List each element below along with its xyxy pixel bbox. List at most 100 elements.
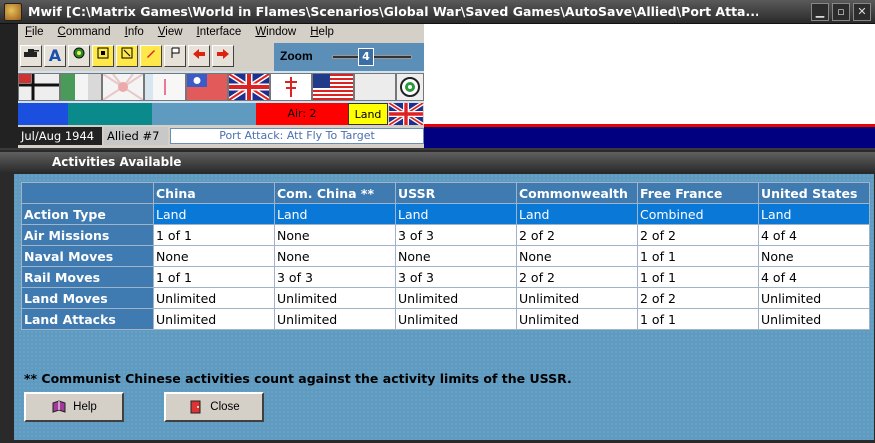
table-cell[interactable]: Land: [758, 203, 870, 225]
row-header: Land Moves: [21, 287, 154, 309]
table-cell[interactable]: None: [274, 245, 396, 267]
highlight-tool-button[interactable]: [140, 45, 162, 67]
flag-china[interactable]: [186, 73, 228, 101]
maximize-button[interactable]: ▫: [832, 3, 850, 21]
table-cell[interactable]: Land: [274, 203, 396, 225]
menu-info[interactable]: Info: [118, 24, 151, 43]
table-cell[interactable]: 2 of 2: [516, 224, 638, 246]
table-cell[interactable]: 2 of 2: [637, 287, 759, 309]
table-cell[interactable]: Unlimited: [395, 308, 517, 330]
app-icon: [4, 3, 22, 21]
menu-command[interactable]: Command: [51, 24, 118, 43]
activities-dialog: Activities Available China Com. China **…: [0, 150, 875, 443]
arrow-right-icon: [217, 49, 229, 59]
tank-icon: [24, 49, 39, 57]
menu-view[interactable]: View: [151, 24, 190, 43]
stack-tool-button[interactable]: [92, 45, 114, 67]
menu-interface[interactable]: Interface: [190, 24, 249, 43]
target-button[interactable]: [396, 73, 424, 101]
table-cell[interactable]: Unlimited: [758, 308, 870, 330]
unit-icon[interactable]: [20, 45, 42, 67]
help-book-icon: [52, 400, 66, 413]
row-header: Action Type: [21, 203, 154, 225]
close-window-button[interactable]: ✕: [853, 3, 871, 21]
table-cell[interactable]: Combined: [637, 203, 759, 225]
help-button[interactable]: Help: [24, 392, 124, 422]
table-cell[interactable]: None: [395, 245, 517, 267]
table-cell[interactable]: 3 of 3: [274, 266, 396, 288]
pencil-icon: [147, 50, 155, 58]
zoom-label: Zoom: [280, 49, 313, 63]
table-row[interactable]: Air Missions 1 of 1 None 3 of 3 2 of 2 2…: [21, 224, 870, 246]
table-cell[interactable]: 1 of 1: [637, 245, 759, 267]
status-bar: Jul/Aug 1944 Allied #7 Port Attack: Att …: [18, 125, 424, 148]
table-cell[interactable]: Land: [153, 203, 275, 225]
table-cell[interactable]: 2 of 2: [637, 224, 759, 246]
table-cell[interactable]: None: [516, 245, 638, 267]
table-row[interactable]: Rail Moves 1 of 1 3 of 3 3 of 3 2 of 2 1…: [21, 266, 870, 288]
flag-ussr[interactable]: [354, 73, 396, 101]
table-cell[interactable]: None: [758, 245, 870, 267]
air-count[interactable]: Air: 2: [256, 103, 348, 125]
table-cell[interactable]: 1 of 1: [153, 266, 275, 288]
table-cell[interactable]: 3 of 3: [395, 224, 517, 246]
flag-france-vichy[interactable]: [144, 73, 186, 101]
window-title: Mwif [C:\Matrix Games\World in Flames\Sc…: [28, 4, 758, 19]
table-cell[interactable]: 4 of 4: [758, 266, 870, 288]
text-tool-button[interactable]: A: [44, 45, 66, 67]
table-row[interactable]: Naval Moves None None None None 1 of 1 N…: [21, 245, 870, 267]
menu-file[interactable]: File: [18, 24, 51, 43]
table-cell[interactable]: 4 of 4: [758, 224, 870, 246]
close-button-label: Close: [210, 401, 240, 413]
gear-tool-button[interactable]: [68, 45, 90, 67]
menu-window[interactable]: Window: [248, 24, 303, 43]
next-button[interactable]: [212, 45, 234, 67]
flag-free-france[interactable]: [270, 73, 312, 101]
close-button[interactable]: Close: [164, 392, 264, 422]
table-row[interactable]: Land Attacks Unlimited Unlimited Unlimit…: [21, 308, 870, 330]
table-cell[interactable]: None: [153, 245, 275, 267]
minimize-button[interactable]: ▁: [811, 3, 829, 21]
zoom-control: Zoom 4: [274, 43, 424, 71]
table-cell[interactable]: 1 of 1: [637, 308, 759, 330]
table-cell[interactable]: 2 of 2: [516, 266, 638, 288]
table-row[interactable]: Action Type Land Land Land Land Combined…: [21, 203, 870, 225]
unit-summary-strip: Air: 2 Land: [18, 101, 425, 127]
map-blue-band: [424, 127, 875, 148]
prev-button[interactable]: [188, 45, 210, 67]
table-cell[interactable]: Unlimited: [153, 308, 275, 330]
map-preview-area: [424, 24, 875, 124]
row-header: Rail Moves: [21, 266, 154, 288]
table-row[interactable]: Land Moves Unlimited Unlimited Unlimited…: [21, 287, 870, 309]
flag-germany[interactable]: [18, 73, 60, 101]
zoom-slider-thumb[interactable]: 4: [358, 48, 374, 66]
flag-uk[interactable]: [227, 71, 271, 103]
table-cell[interactable]: Land: [395, 203, 517, 225]
table-cell[interactable]: Unlimited: [153, 287, 275, 309]
table-cell[interactable]: Land: [516, 203, 638, 225]
table-cell[interactable]: Unlimited: [758, 287, 870, 309]
main-title-bar: Mwif [C:\Matrix Games\World in Flames\Sc…: [0, 0, 875, 24]
move-tool-button[interactable]: [116, 45, 138, 67]
table-cell[interactable]: Unlimited: [516, 287, 638, 309]
table-header-row: China Com. China ** USSR Commonwealth Fr…: [21, 182, 870, 204]
control-panel: File Command Info View Interface Window …: [18, 24, 425, 148]
flag-uk-small[interactable]: [387, 101, 425, 127]
table-cell[interactable]: Unlimited: [274, 287, 396, 309]
table-cell[interactable]: Unlimited: [516, 308, 638, 330]
land-count[interactable]: Land: [348, 103, 388, 125]
flag-japan[interactable]: [102, 73, 144, 101]
table-cell[interactable]: None: [274, 224, 396, 246]
table-cell[interactable]: 1 of 1: [637, 266, 759, 288]
flag-icon: [171, 47, 180, 58]
flag-tool-button[interactable]: [164, 45, 186, 67]
flag-usa[interactable]: [312, 73, 354, 101]
table-cell[interactable]: Unlimited: [395, 287, 517, 309]
menu-help[interactable]: Help: [303, 24, 341, 43]
table-cell[interactable]: 1 of 1: [153, 224, 275, 246]
flag-italy[interactable]: [60, 73, 102, 101]
table-cell[interactable]: 3 of 3: [395, 266, 517, 288]
table-cell[interactable]: Unlimited: [274, 308, 396, 330]
nation-flags: [18, 71, 424, 103]
close-door-icon: [190, 400, 201, 414]
